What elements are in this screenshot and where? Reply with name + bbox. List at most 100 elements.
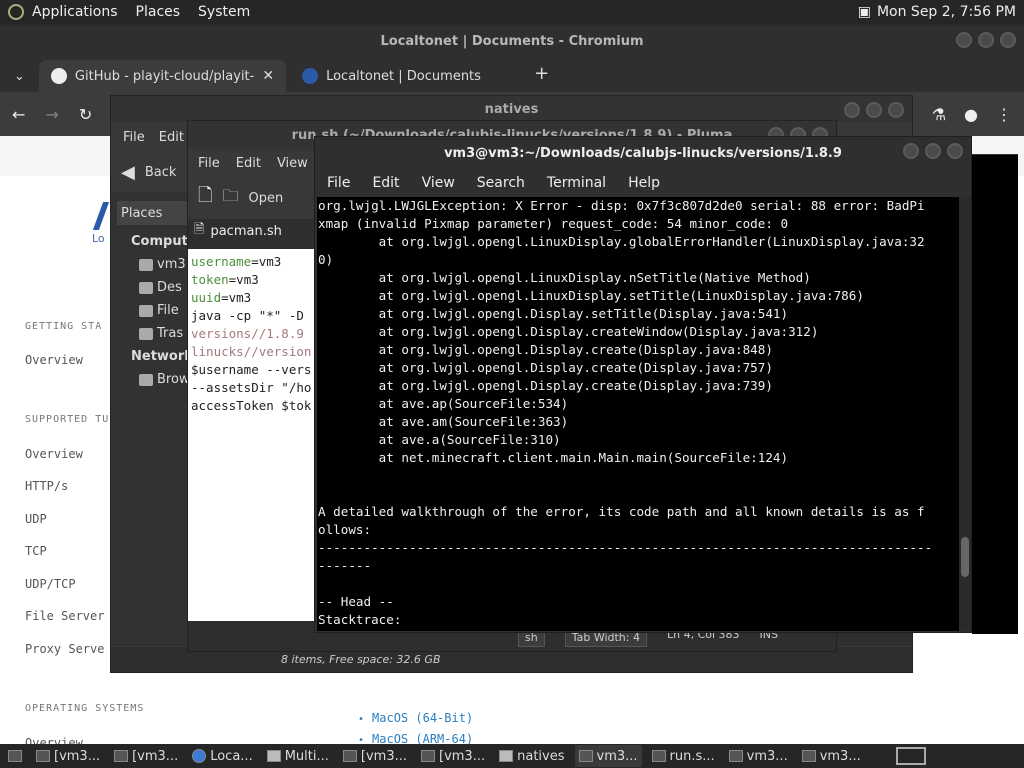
maximize-button[interactable] [866,102,882,118]
scrollbar-thumb[interactable] [961,537,969,577]
tab-list-chevron-icon[interactable]: ⌄ [8,69,35,92]
trash-icon [139,327,153,340]
terminal-window-buttons [903,143,963,159]
sidebar-link[interactable]: HTTP/s [25,479,68,493]
toolbar-right: ⚗ ● ⋮ [932,105,1012,124]
tab-localtonet[interactable]: Localtonet | Documents [290,60,520,92]
close-button[interactable] [1000,32,1016,48]
taskbar-item[interactable]: Multi... [263,745,333,767]
close-button[interactable] [947,143,963,159]
terminal-menu[interactable]: Terminal [547,175,606,191]
place-item-browse-network[interactable]: Brow [139,372,190,387]
edit-menu[interactable]: Edit [236,156,261,171]
terminal-icon [421,750,435,762]
open-button[interactable]: Open [249,191,284,206]
sidebar-link[interactable]: File Server [25,609,104,623]
back-icon[interactable]: ◀ [121,162,135,183]
taskbar-item[interactable]: vm3... [574,745,642,767]
sidebar-link[interactable]: Overview [25,353,83,367]
help-menu[interactable]: Help [628,175,660,191]
place-item-vm3[interactable]: vm3 [139,257,186,272]
place-item-trash[interactable]: Tras [139,326,183,341]
natives-window-buttons [844,102,904,118]
natives-titlebar[interactable]: natives [111,96,912,122]
menu-logo-icon[interactable] [8,4,24,20]
back-label[interactable]: Back [145,165,177,180]
close-tab-icon[interactable]: ✕ [262,68,274,84]
filesystem-icon [139,304,153,317]
sidebar-link[interactable]: Overview [25,447,83,461]
taskbar-item-label: vm3... [596,748,638,764]
taskbar: [vm3... [vm3... Loca... Multi... [vm3... [vm3… [0,744,1024,768]
taskbar-item[interactable]: [vm3... [417,745,489,767]
place-item-filesystem[interactable]: File [139,303,179,318]
view-menu[interactable]: View [422,175,455,191]
network-icon [139,373,153,386]
network-icon[interactable]: ▣ [858,4,871,20]
os-link[interactable]: MacOS (64-Bit) [358,711,473,725]
taskbar-item-label: Loca... [210,748,253,764]
new-document-icon[interactable]: 🗋 [198,183,212,213]
sidebar-link[interactable]: UDP/TCP [25,577,76,591]
file-menu[interactable]: File [123,130,145,145]
search-menu[interactable]: Search [477,175,525,191]
terminal-screen[interactable]: org.lwjgl.LWJGLException: X Error - disp… [317,197,961,631]
editor-icon [651,750,666,762]
sidebar-link[interactable]: TCP [25,544,47,558]
open-icon[interactable]: 🗀 [222,185,238,212]
document-icon: 🗎 [194,222,205,237]
chromium-icon [192,749,207,763]
terminal-line: org.lwjgl.LWJGLException: X Error - disp… [318,198,925,213]
minimize-button[interactable] [844,102,860,118]
view-menu[interactable]: View [277,156,308,171]
clock[interactable]: ▣ Mon Sep 2, 7:56 PM [858,4,1016,20]
taskbar-item[interactable]: run.s... [648,745,719,767]
chromium-titlebar[interactable]: Localtonet | Documents - Chromium [0,26,1024,56]
places-dropdown[interactable]: Places [117,201,189,225]
taskbar-item[interactable]: vm3... [798,745,865,767]
edit-menu[interactable]: Edit [372,175,399,191]
place-item-desktop[interactable]: Des [139,280,182,295]
forward-arrow-icon[interactable]: → [45,105,58,124]
taskbar-item-label: vm3... [746,748,788,764]
show-desktop-icon[interactable] [4,745,26,767]
places-label: Places [121,205,163,221]
terminal-icon [36,750,50,762]
maximize-button[interactable] [925,143,941,159]
close-button[interactable] [888,102,904,118]
sidebar-link[interactable]: UDP [25,512,47,526]
terminal-icon [728,750,743,762]
applications-menu[interactable]: Applications [32,4,118,20]
taskbar-item[interactable]: vm3... [725,745,792,767]
minimize-button[interactable] [956,32,972,48]
tab-github[interactable]: GitHub - playit-cloud/playit- ✕ [38,60,287,92]
file-menu[interactable]: File [327,175,350,191]
terminal-title: vm3@vm3:~/Downloads/calubjs-linucks/vers… [444,145,842,161]
kebab-menu-icon[interactable]: ⋮ [996,105,1012,124]
terminal-scrollbar[interactable] [959,197,971,631]
desktop-icon [139,281,153,294]
background-terminal [972,154,1018,634]
maximize-button[interactable] [978,32,994,48]
minimize-button[interactable] [903,143,919,159]
terminal-icon [114,750,129,762]
sidebar-link[interactable]: Proxy Serve [25,642,104,656]
reload-icon[interactable]: ↻ [79,105,92,124]
file-menu[interactable]: File [198,156,220,171]
edit-menu[interactable]: Edit [159,130,184,145]
taskbar-item[interactable]: Loca... [188,745,256,767]
taskbar-item[interactable]: [vm3... [110,745,182,767]
taskbar-item-label: Multi... [284,748,329,764]
back-arrow-icon[interactable]: ← [12,105,25,124]
terminal-window: vm3@vm3:~/Downloads/calubjs-linucks/vers… [314,136,972,633]
taskbar-item[interactable]: [vm3... [32,745,104,767]
system-menu[interactable]: System [198,4,250,20]
taskbar-item[interactable]: natives [495,745,568,767]
new-tab-icon[interactable]: + [524,63,559,92]
labs-flask-icon[interactable]: ⚗ [932,105,946,124]
places-menu[interactable]: Places [136,4,181,20]
terminal-titlebar[interactable]: vm3@vm3:~/Downloads/calubjs-linucks/vers… [315,137,971,169]
taskbar-item[interactable]: [vm3... [339,745,411,767]
profile-icon[interactable]: ● [964,105,978,124]
workspace-switcher[interactable] [896,747,926,765]
